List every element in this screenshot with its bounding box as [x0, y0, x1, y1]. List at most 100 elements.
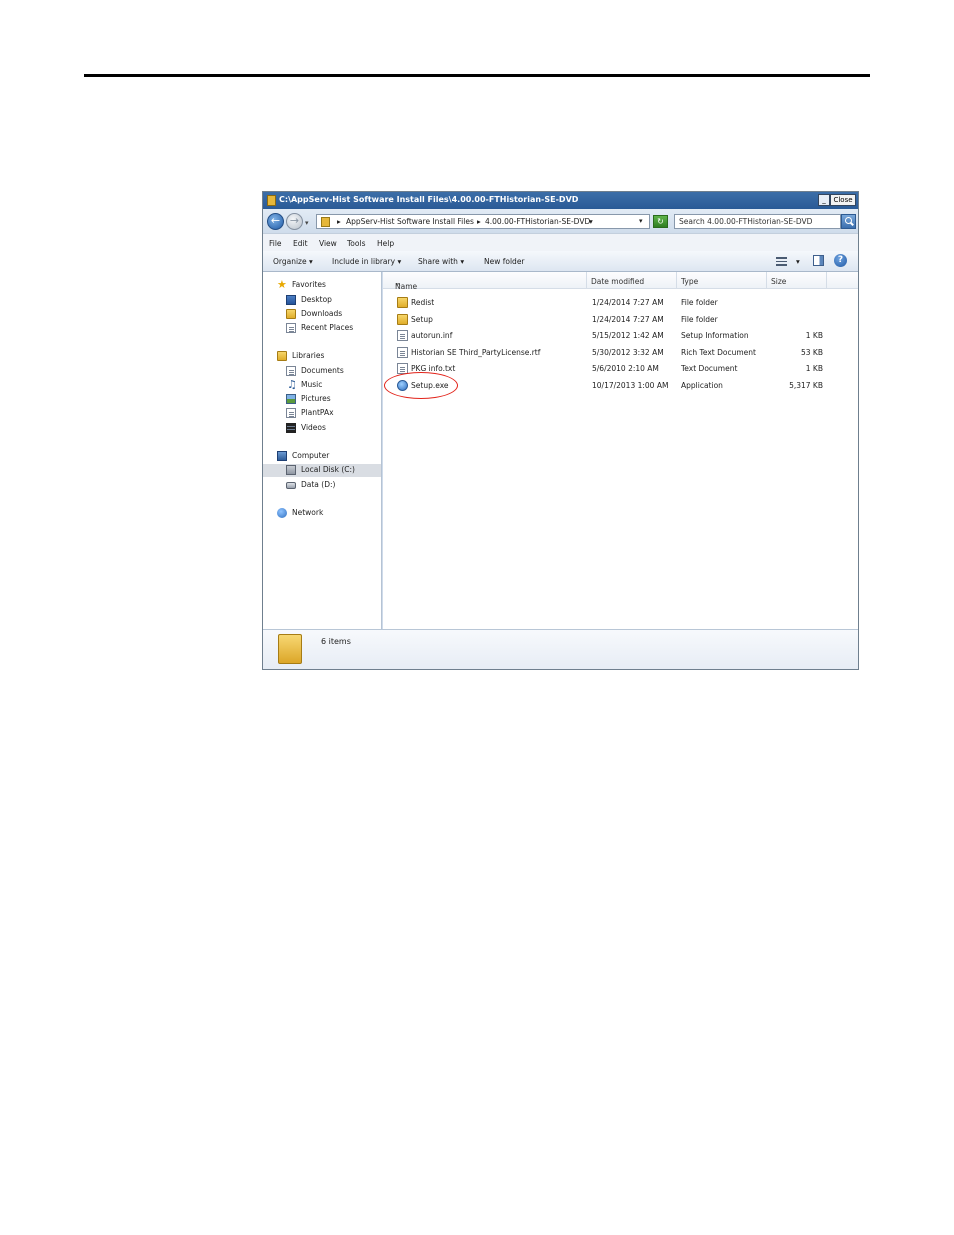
menu-view[interactable]: View [319, 239, 337, 248]
nav-recent-places-label: Recent Places [301, 323, 354, 332]
change-view-icon[interactable] [776, 255, 787, 266]
address-bar[interactable]: ▸ AppServ-Hist Software Install Files ▸ … [316, 214, 650, 229]
nav-recent-places[interactable]: Recent Places [263, 322, 381, 335]
downloads-folder-icon [286, 309, 296, 319]
close-button[interactable]: Close [830, 194, 856, 206]
nav-libraries[interactable]: Libraries [263, 350, 381, 363]
nav-favorites[interactable]: ★ Favorites [263, 279, 381, 292]
column-headers: Name ^ Date modified Type Size [383, 272, 858, 291]
chevron-down-icon: ▾ [460, 257, 465, 266]
breadcrumb-install-files[interactable]: AppServ-Hist Software Install Files [346, 217, 474, 226]
file-size: 5,317 KB [789, 381, 823, 390]
nav-local-disk[interactable]: Local Disk (C:) [263, 464, 381, 477]
column-divider[interactable] [766, 272, 767, 288]
include-in-library-button[interactable]: Include in library ▾ [332, 257, 401, 266]
nav-documents[interactable]: Documents [263, 365, 381, 378]
column-date-modified[interactable]: Date modified [591, 277, 644, 286]
recent-places-icon [286, 323, 296, 333]
nav-libraries-label: Libraries [292, 351, 325, 360]
back-arrow-icon[interactable]: ← [267, 213, 284, 230]
breadcrumb-separator[interactable]: ▸ [337, 217, 341, 226]
forward-arrow-icon[interactable]: → [286, 213, 303, 230]
folder-icon [397, 297, 408, 308]
nav-pictures[interactable]: Pictures [263, 393, 381, 406]
share-with-label: Share with [418, 257, 458, 266]
nav-favorites-label: Favorites [292, 280, 326, 289]
column-divider[interactable] [826, 272, 827, 288]
sort-ascending-icon: ^ [395, 282, 402, 291]
command-bar: Organize ▾ Include in library ▾ Share wi… [263, 251, 858, 272]
folder-icon [267, 195, 276, 206]
menu-help[interactable]: Help [377, 239, 394, 248]
file-row-license[interactable]: Historian SE Third_PartyLicense.rtf 5/30… [383, 345, 858, 361]
nav-plantpax[interactable]: PlantPAx [263, 407, 381, 420]
menu-tools[interactable]: Tools [347, 239, 365, 248]
minimize-button[interactable]: _ [818, 194, 830, 206]
preview-pane-icon[interactable] [813, 255, 824, 266]
file-row-autorun[interactable]: autorun.inf 5/15/2012 1:42 AM Setup Info… [383, 328, 858, 344]
libraries-icon [277, 351, 287, 361]
item-count: 6 items [321, 637, 351, 646]
nav-local-disk-label: Local Disk (C:) [301, 465, 355, 474]
column-size[interactable]: Size [771, 277, 786, 286]
window-title: C:\AppServ-Hist Software Install Files\4… [279, 195, 579, 204]
refresh-icon[interactable]: ↻ [653, 215, 668, 228]
nav-data-disk[interactable]: Data (D:) [263, 479, 381, 492]
chevron-down-icon[interactable]: ▾ [589, 217, 593, 226]
file-date: 10/17/2013 1:00 AM [592, 381, 669, 390]
menu-edit[interactable]: Edit [293, 239, 308, 248]
menu-file[interactable]: File [269, 239, 282, 248]
organize-label: Organize [273, 257, 307, 266]
recent-pages-dropdown-icon[interactable]: ▾ [305, 219, 309, 227]
organize-button[interactable]: Organize ▾ [273, 257, 313, 266]
explorer-window: C:\AppServ-Hist Software Install Files\4… [262, 191, 859, 670]
file-name: Historian SE Third_PartyLicense.rtf [411, 348, 541, 357]
setup-information-file-icon [397, 330, 408, 341]
pictures-icon [286, 394, 296, 404]
nav-network[interactable]: Network [263, 507, 381, 520]
file-row-setup-folder[interactable]: Setup 1/24/2014 7:27 AM File folder [383, 312, 858, 328]
title-bar[interactable]: C:\AppServ-Hist Software Install Files\4… [263, 192, 858, 209]
nav-pictures-label: Pictures [301, 394, 331, 403]
nav-music-label: Music [301, 380, 323, 389]
file-row-redist[interactable]: Redist 1/24/2014 7:27 AM File folder [383, 295, 858, 311]
file-size: 1 KB [805, 331, 823, 340]
nav-music[interactable]: ♫ Music [263, 379, 381, 392]
breadcrumb-dvd-folder[interactable]: 4.00.00-FTHistorian-SE-DVD [485, 217, 590, 226]
nav-desktop[interactable]: Desktop [263, 294, 381, 307]
folder-icon [321, 217, 330, 227]
nav-videos[interactable]: Videos [263, 422, 381, 435]
nav-downloads[interactable]: Downloads [263, 308, 381, 321]
file-size: 1 KB [805, 364, 823, 373]
rich-text-document-icon [397, 347, 408, 358]
column-divider[interactable] [586, 272, 587, 288]
folder-icon [397, 314, 408, 325]
file-type: Application [681, 381, 723, 390]
search-input[interactable]: Search 4.00.00-FTHistorian-SE-DVD [674, 214, 841, 229]
breadcrumb-separator[interactable]: ▸ [477, 217, 481, 226]
new-folder-button[interactable]: New folder [484, 257, 525, 266]
page-header-rule [84, 74, 870, 77]
share-with-button[interactable]: Share with ▾ [418, 257, 464, 266]
file-size: 53 KB [801, 348, 823, 357]
nav-videos-label: Videos [301, 423, 326, 432]
address-dropdown-icon[interactable]: ▾ [639, 217, 643, 225]
column-type[interactable]: Type [681, 277, 698, 286]
nav-computer[interactable]: Computer [263, 450, 381, 463]
folder-icon [278, 634, 302, 664]
details-pane: 6 items [263, 629, 858, 669]
file-date: 5/15/2012 1:42 AM [592, 331, 664, 340]
file-name: Redist [411, 298, 435, 307]
column-divider[interactable] [676, 272, 677, 288]
chevron-down-icon: ▾ [309, 257, 313, 266]
nav-data-disk-label: Data (D:) [301, 480, 336, 489]
file-type: File folder [681, 298, 718, 307]
file-row-pkg-info[interactable]: PKG info.txt 5/6/2010 2:10 AM Text Docum… [383, 361, 858, 377]
file-name: Setup [411, 315, 433, 324]
view-options-dropdown-icon[interactable]: ▾ [796, 257, 800, 266]
chevron-down-icon: ▾ [397, 257, 402, 266]
nav-desktop-label: Desktop [301, 295, 332, 304]
nav-computer-label: Computer [292, 451, 330, 460]
help-icon[interactable]: ? [834, 254, 847, 267]
search-icon[interactable] [841, 214, 856, 229]
